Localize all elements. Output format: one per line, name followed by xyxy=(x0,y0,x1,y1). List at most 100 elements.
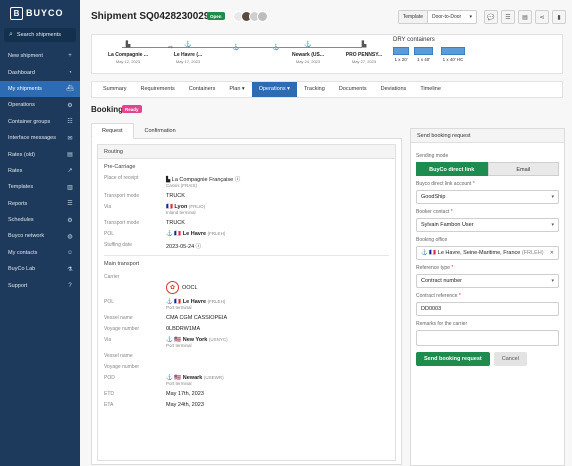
tab-timeline[interactable]: Timeline xyxy=(413,82,448,97)
place-of-receipt-sub: Cassis (FRAIS) xyxy=(166,183,198,188)
tab-tracking[interactable]: Tracking xyxy=(297,82,332,97)
search-shipments[interactable]: ⌕ Search shipments xyxy=(4,28,76,42)
containers-title: DRY containers xyxy=(393,37,435,43)
remarks-textarea[interactable] xyxy=(416,330,559,346)
sidebar-item-interface-messages[interactable]: Interface messages ✉ xyxy=(0,130,80,146)
info-icon[interactable]: ⓘ xyxy=(235,177,241,183)
route-stop-origin[interactable]: ▙ La Compagnie ... May 12, 2023 xyxy=(98,41,158,64)
sidebar: B BUYCO ⌕ Search shipments New shipment +… xyxy=(0,0,80,466)
sending-mode-toggle: BuyCo direct link Email xyxy=(416,162,559,176)
required-marker: * xyxy=(451,265,454,271)
booking-office-select[interactable]: ⚓ 🇫🇷 Le Havre, Seine-Maritime, France (F… xyxy=(416,246,559,260)
gear-icon: ⚙ xyxy=(67,102,73,109)
sidebar-item-label: My shipments xyxy=(8,85,42,92)
container-40[interactable]: 1 x 40' xyxy=(414,47,433,62)
sidebar-item-reports[interactable]: Reports ☰ xyxy=(0,196,80,212)
voyage-row: Voyage number 0LBDRW1MA xyxy=(98,326,395,332)
help-icon: ? xyxy=(68,282,72,289)
cancel-button[interactable]: Cancel xyxy=(493,352,527,366)
sidebar-item-label: Support xyxy=(8,282,28,289)
tab-containers[interactable]: Containers xyxy=(182,82,223,97)
tab-plan[interactable]: Plan ▾ xyxy=(222,82,251,97)
transport-mode-value: TRUCK xyxy=(166,220,185,226)
info-icon[interactable]: ⓘ xyxy=(196,244,202,250)
route-stop-date: May 24, 2023 xyxy=(295,59,321,64)
sidebar-item-buyco-lab[interactable]: BuyCo Lab ⚗ xyxy=(0,261,80,277)
clear-icon[interactable]: ✕ xyxy=(550,250,554,256)
direct-account-label: Buyco direct link account xyxy=(416,181,472,187)
mode-email-button[interactable]: Email xyxy=(487,162,559,176)
send-booking-request-button[interactable]: Send booking request xyxy=(416,352,490,366)
anchor-icon: ⚓ xyxy=(304,42,312,48)
sidebar-item-my-shipments[interactable]: My shipments ⛴ xyxy=(0,80,80,98)
carrier-logo-icon: ✿ xyxy=(166,281,179,294)
booking-title: Booking xyxy=(91,105,123,114)
document-button[interactable]: ▤ xyxy=(518,10,532,24)
route-stop-date: May 12, 2023 xyxy=(115,59,141,64)
sidebar-item-label: Reports xyxy=(8,200,28,207)
logo[interactable]: B BUYCO xyxy=(0,0,80,20)
route-stop-pol[interactable]: ⚓ Le Havre (... May 17, 2023 xyxy=(158,41,218,64)
sidebar-item-rates-old-[interactable]: Rates (old) ▤ xyxy=(0,146,80,162)
list-button[interactable]: ☰ xyxy=(501,10,515,24)
chat-button[interactable]: 💬 xyxy=(484,10,498,24)
remarks-label: Remarks for the carrier xyxy=(416,321,468,327)
pol-value: Le Havre xyxy=(182,231,207,237)
booker-select[interactable]: Sylvain Fambon User ▾ xyxy=(416,218,559,232)
transport-mode-row: Transport mode TRUCK xyxy=(98,220,395,226)
template-select[interactable]: Template Door-to-Door ▾ xyxy=(397,10,477,24)
sidebar-item-templates[interactable]: Templates ▥ xyxy=(0,179,80,195)
required-marker: * xyxy=(450,209,453,215)
field-label: Vessel name xyxy=(104,353,133,359)
container-20[interactable]: 1 x 20' xyxy=(393,47,409,62)
sidebar-item-support[interactable]: Support? xyxy=(0,277,80,293)
tab-requirements[interactable]: Requirements xyxy=(134,82,182,97)
tab-operations[interactable]: Operations ▾ xyxy=(251,82,297,97)
gauge-icon: ◔ xyxy=(68,69,72,76)
required-marker: * xyxy=(472,181,475,187)
tab-summary[interactable]: Summary xyxy=(96,82,134,97)
network-icon: ◍ xyxy=(67,233,73,240)
sidebar-item-label: Rates xyxy=(8,167,23,174)
carrier-row: Carrier xyxy=(98,274,395,280)
mode-direct-link-button[interactable]: BuyCo direct link xyxy=(416,162,488,176)
sidebar-item-buyco-network[interactable]: Buyco network ◍ xyxy=(0,228,80,244)
container-40hc[interactable]: 1 x 40' HC xyxy=(441,47,465,62)
vessel-value: CMA CGM CASSIOPEIA xyxy=(166,315,228,321)
bookmark-button[interactable]: ▮ xyxy=(552,10,566,24)
search-icon: ⌕ xyxy=(9,31,13,38)
tab-documents[interactable]: Documents xyxy=(332,82,374,97)
subtab-request[interactable]: Request xyxy=(91,123,134,139)
vessel2-row: Vessel name xyxy=(98,353,395,359)
tab-label: Timeline xyxy=(420,86,441,92)
route-stop-pod[interactable]: ⚓ Newark (US... May 24, 2023 xyxy=(278,41,338,64)
main-via-sub: Port terminal xyxy=(166,343,192,348)
header: Shipment SQ0428230029 Open Template Door… xyxy=(80,0,572,34)
container-bar xyxy=(393,47,409,55)
factory-icon: ▙ xyxy=(361,42,367,48)
subtab-confirmation[interactable]: Confirmation xyxy=(134,123,187,139)
sidebar-item-container-groups[interactable]: Container groups ☷ xyxy=(0,114,80,130)
booking-office-label: Booking office xyxy=(416,237,448,243)
sidebar-item-dashboard[interactable]: Dashboard ◔ xyxy=(0,64,80,80)
chevron-down-icon: ▾ xyxy=(240,86,245,92)
sidebar-item-my-contacts[interactable]: My contacts ☺ xyxy=(0,245,80,261)
chevron-down-icon: ▾ xyxy=(551,222,554,228)
reference-type-select[interactable]: Contract number ▾ xyxy=(416,274,559,288)
route-stop-destination[interactable]: ▙ PRO PENNSY... May 27, 2023 xyxy=(334,41,394,64)
tab-deviations[interactable]: Deviations xyxy=(374,82,414,97)
etd-value: May 17th, 2023 xyxy=(166,391,204,397)
sidebar-item-schedules[interactable]: Schedules ⚙ xyxy=(0,212,80,228)
sidebar-item-operations[interactable]: Operations ⚙ xyxy=(0,97,80,113)
avatar-group[interactable] xyxy=(233,11,268,22)
share-button[interactable]: ⋖ xyxy=(535,10,549,24)
direct-account-select[interactable]: GoodShip ▾ xyxy=(416,190,559,204)
sidebar-item-label: Buyco network xyxy=(8,233,45,240)
sidebar-item-label: BuyCo Lab xyxy=(8,266,36,273)
sidebar-item-new-shipment[interactable]: New shipment + xyxy=(0,48,80,64)
avatar[interactable] xyxy=(257,11,268,22)
field-label: Vessel name xyxy=(104,315,133,321)
lab-icon: ⚗ xyxy=(67,266,73,273)
contract-reference-input[interactable]: DD0003 xyxy=(416,302,559,316)
sidebar-item-rates[interactable]: Rates ↗ xyxy=(0,163,80,179)
